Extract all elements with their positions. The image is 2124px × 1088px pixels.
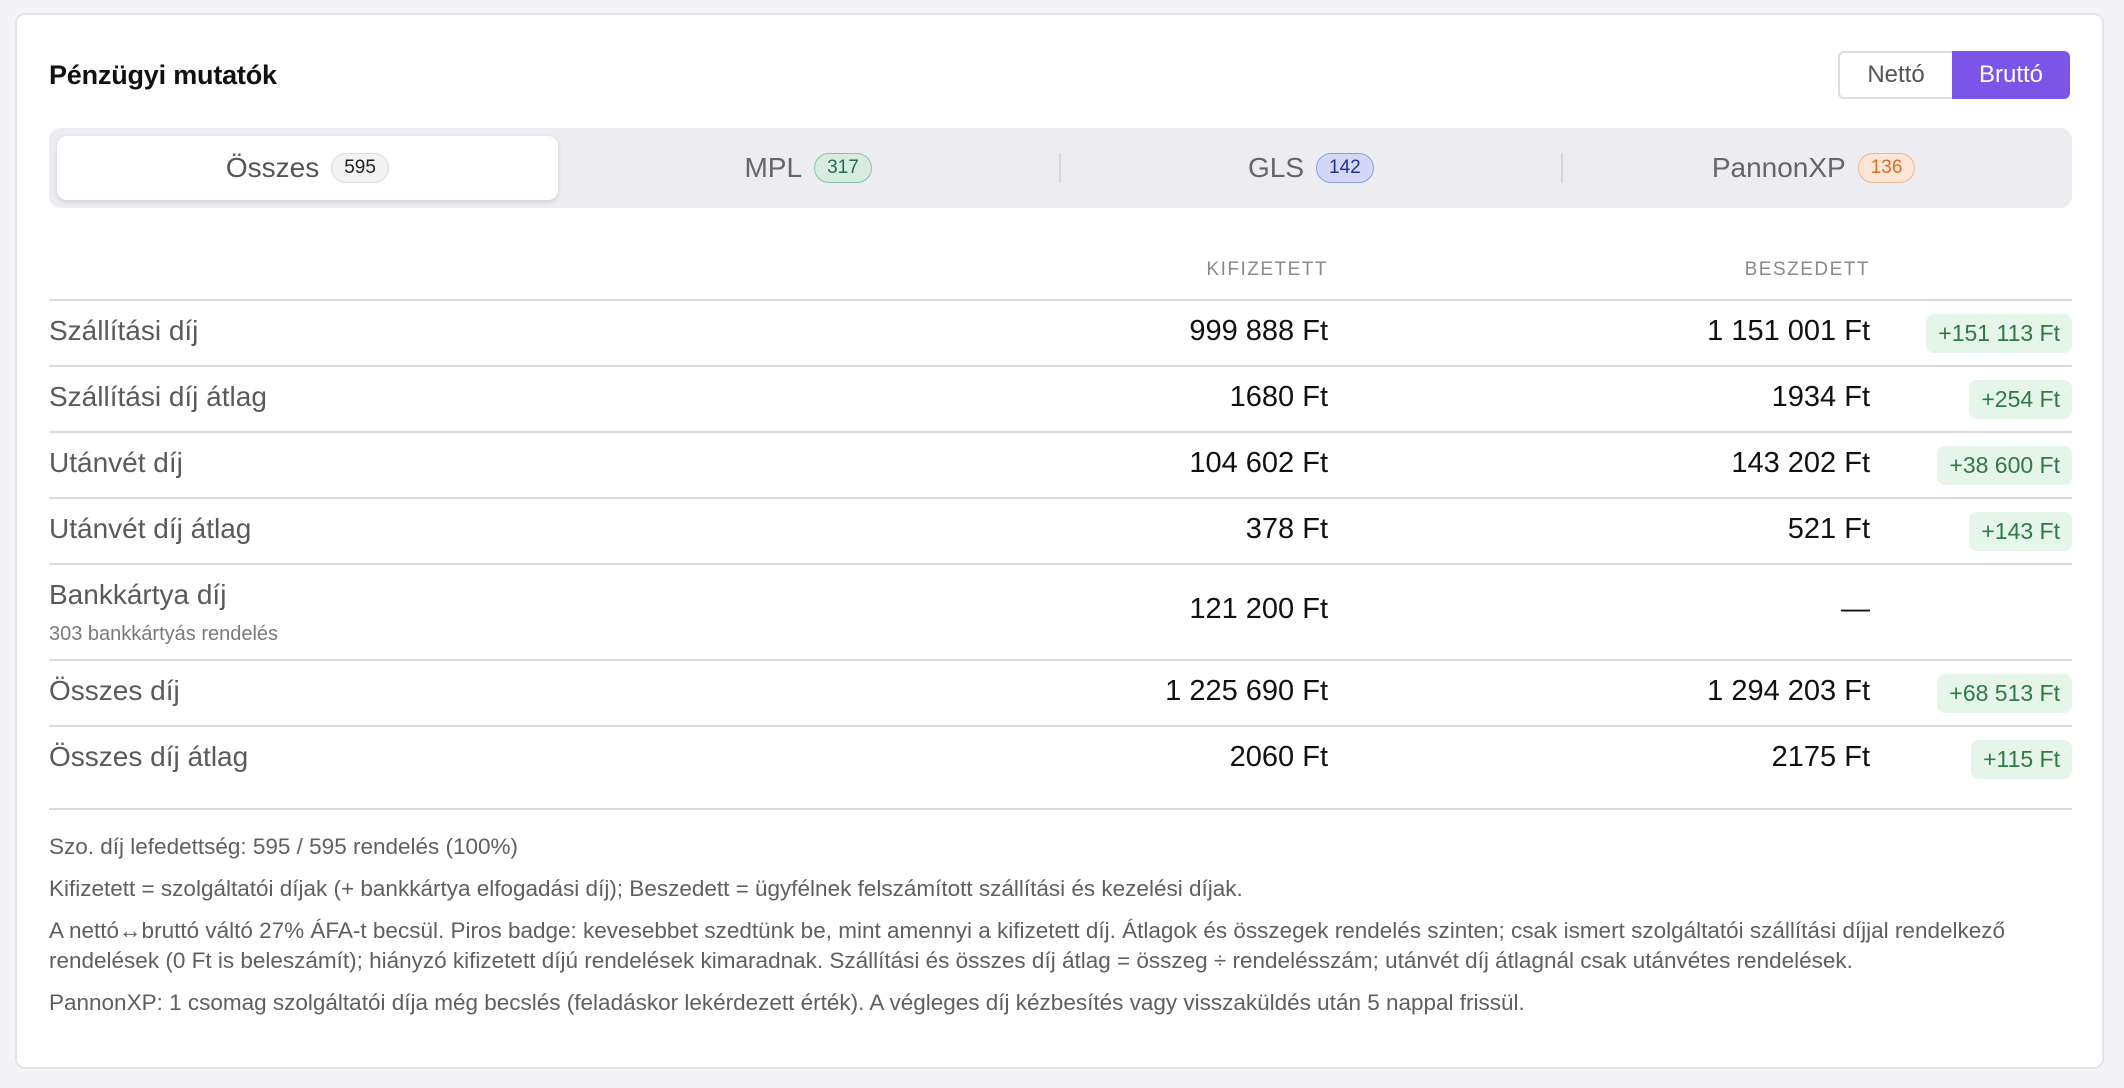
financial-metrics-card: Pénzügyi mutatók Nettó Bruttó Összes 595… — [15, 13, 2104, 1069]
table-row: Szállítási díj átlag 1680 Ft 1934 Ft +25… — [49, 367, 2072, 433]
difference-badge: +151 113 Ft — [1926, 314, 2072, 353]
paid-value: 999 888 Ft — [1189, 315, 1328, 347]
card-title: Pénzügyi mutatók — [49, 59, 277, 90]
table-row: Szállítási díj 999 888 Ft 1 151 001 Ft +… — [49, 301, 2072, 367]
collected-value: 1 151 001 Ft — [1707, 315, 1870, 347]
collected-value: 521 Ft — [1787, 513, 1870, 545]
paid-value: 2060 Ft — [1229, 741, 1328, 773]
tab-gls[interactable]: GLS 142 — [1061, 136, 1562, 200]
paid-value: 121 200 Ft — [1189, 593, 1328, 625]
column-header-paid: KIFIZETETT — [1206, 259, 1328, 280]
row-label: Összes díj — [49, 675, 180, 706]
paid-value: 104 602 Ft — [1189, 447, 1328, 479]
tab-label: Összes — [225, 152, 320, 183]
collected-value: 143 202 Ft — [1731, 447, 1870, 479]
difference-badge: +254 Ft — [1969, 380, 2072, 419]
coverage-note: Szo. díj lefedettség: 595 / 595 rendelés… — [49, 834, 519, 859]
table-row: Utánvét díj átlag 378 Ft 521 Ft +143 Ft — [49, 499, 2072, 565]
collected-value: 1934 Ft — [1771, 381, 1870, 413]
tab-mpl[interactable]: MPL 317 — [558, 136, 1059, 200]
brutto-option[interactable]: Bruttó — [1952, 51, 2070, 99]
count-badge: 136 — [1857, 153, 1916, 183]
card-header: Pénzügyi mutatók Nettó Bruttó — [49, 51, 2070, 99]
row-label: Szállítási díj átlag — [49, 381, 267, 412]
difference-badge: +38 600 Ft — [1937, 446, 2072, 485]
tab-label: GLS — [1248, 152, 1305, 183]
paid-value: 378 Ft — [1245, 513, 1328, 545]
netto-option[interactable]: Nettó — [1838, 51, 1952, 99]
difference-badge: +115 Ft — [1971, 740, 2072, 779]
paid-value: 1680 Ft — [1229, 381, 1328, 413]
notes-divider — [49, 808, 2072, 810]
row-label: Szállítási díj — [49, 315, 199, 346]
tab-osszes[interactable]: Összes 595 — [57, 136, 558, 200]
row-sublabel: 303 bankkártyás rendelés — [49, 623, 279, 645]
definition-note: Kifizetett = szolgáltatói díjak (+ bankk… — [49, 876, 1243, 901]
pannonxp-note: PannonXP: 1 csomag szolgáltatói díja még… — [49, 990, 1525, 1015]
net-gross-toggle: Nettó Bruttó — [1838, 51, 2070, 99]
collected-value: 1 294 203 Ft — [1707, 675, 1870, 707]
collected-value: 2175 Ft — [1771, 741, 1870, 773]
paid-value: 1 225 690 Ft — [1165, 675, 1328, 707]
row-label: Utánvét díj átlag — [49, 513, 252, 544]
count-badge: 595 — [331, 153, 389, 183]
methodology-note: A nettó↔bruttó váltó 27% ÁFA-t becsül. P… — [49, 918, 2006, 973]
metrics-table: KIFIZETETT BESZEDETT Szállítási díj 999 … — [49, 245, 2072, 793]
table-header: KIFIZETETT BESZEDETT — [49, 245, 2072, 301]
difference-badge: +143 Ft — [1969, 512, 2072, 551]
tab-label: PannonXP — [1711, 152, 1846, 183]
column-header-collected: BESZEDETT — [1744, 259, 1870, 280]
table-row: Összes díj átlag 2060 Ft 2175 Ft +115 Ft — [49, 727, 2072, 793]
row-label: Összes díj átlag — [49, 741, 249, 772]
carrier-tabs: Összes 595 MPL 317 GLS 142 PannonXP 136 — [49, 128, 2072, 208]
footnotes: Szo. díj lefedettség: 595 / 595 rendelés… — [49, 832, 2072, 1030]
count-badge: 142 — [1316, 153, 1374, 183]
count-badge: 317 — [814, 153, 872, 183]
tab-pannonxp[interactable]: PannonXP 136 — [1563, 136, 2064, 200]
tab-label: MPL — [744, 152, 803, 183]
table-row: Utánvét díj 104 602 Ft 143 202 Ft +38 60… — [49, 433, 2072, 499]
table-row: Bankkártya díj 303 bankkártyás rendelés … — [49, 565, 2072, 661]
row-label: Bankkártya díj — [49, 579, 227, 610]
table-row: Összes díj 1 225 690 Ft 1 294 203 Ft +68… — [49, 661, 2072, 727]
row-label: Utánvét díj — [49, 447, 183, 478]
collected-value: — — [1841, 593, 1870, 625]
difference-badge: +68 513 Ft — [1937, 674, 2072, 713]
